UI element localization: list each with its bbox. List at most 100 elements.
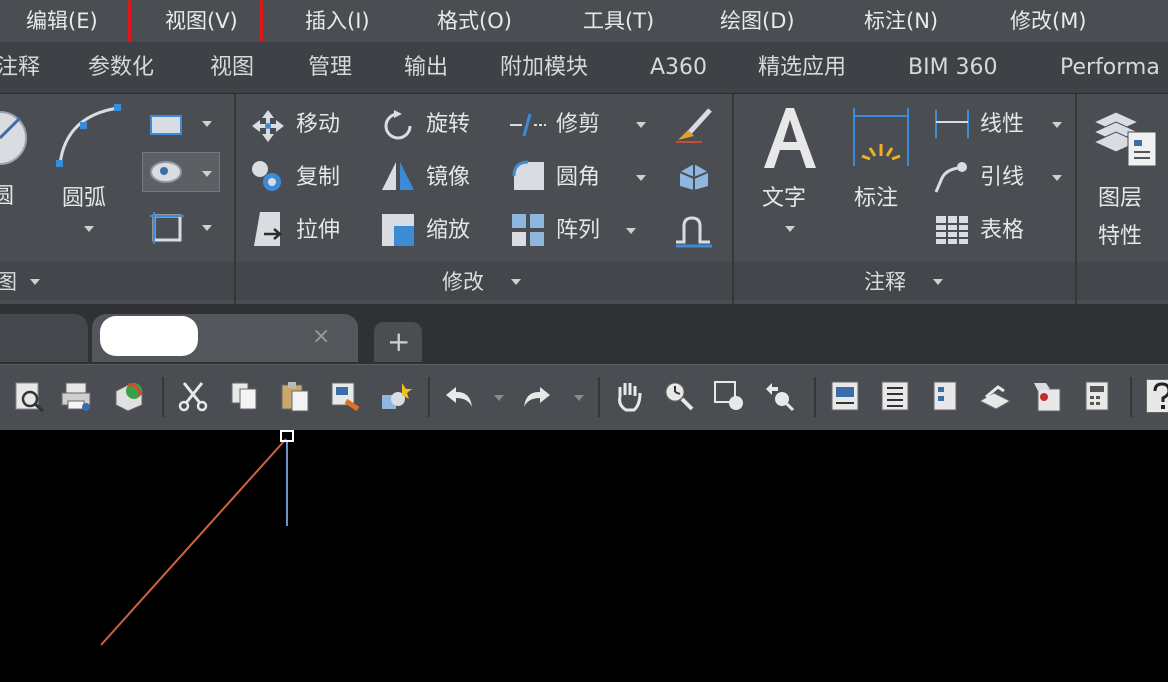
print-preview-icon[interactable] [12,379,46,413]
arc-icon[interactable] [52,102,124,172]
drawn-line-diagonal[interactable] [100,438,287,646]
arc-dropdown-arrow[interactable] [84,226,94,232]
menu-tools[interactable]: 工具(T) [583,6,654,36]
copy-icon[interactable] [248,158,288,194]
linear-dimension-icon[interactable] [932,108,972,140]
array-label[interactable]: 阵列 [556,216,600,246]
trim-icon[interactable] [508,110,548,140]
copy-clip-icon[interactable] [228,379,262,413]
tab-view[interactable]: 视图 [210,53,254,83]
mirror-icon[interactable] [380,158,416,194]
design-center-icon[interactable] [878,379,912,413]
menu-view[interactable]: 视图(V) [165,6,238,36]
offset-icon[interactable] [672,212,716,248]
properties-icon[interactable] [828,379,862,413]
menu-draw[interactable]: 绘图(D) [720,6,795,36]
trim-dropdown-arrow[interactable] [636,122,646,128]
linear-label[interactable]: 线性 [980,110,1024,140]
cut-icon[interactable] [176,379,210,413]
boundary-icon[interactable] [148,210,188,246]
redo-dropdown-arrow[interactable] [574,395,584,401]
stretch-icon[interactable] [250,210,286,248]
annotation-panel-title[interactable]: 注释 [864,268,906,296]
plot-icon[interactable] [60,379,94,413]
array-dropdown-arrow[interactable] [626,228,636,234]
fillet-icon[interactable] [510,158,546,194]
match-properties-icon[interactable] [328,379,362,413]
zoom-previous-icon[interactable] [762,379,796,413]
tab-annotate[interactable]: 注释 [0,53,40,83]
draw-panel-title[interactable]: 图 [0,268,17,296]
leader-label[interactable]: 引线 [980,163,1024,193]
tool-palettes-icon[interactable] [928,379,962,413]
scale-icon[interactable] [380,212,416,248]
layer-properties-icon[interactable] [1090,102,1160,168]
tab-parametric[interactable]: 参数化 [88,53,154,83]
menu-format[interactable]: 格式(O) [437,6,512,36]
undo-icon[interactable] [442,379,476,413]
text-dropdown-arrow[interactable] [785,226,795,232]
toolbar-separator [598,377,600,417]
menu-dimension[interactable]: 标注(N) [864,6,938,36]
text-icon[interactable] [758,104,822,172]
publish-3d-icon[interactable] [112,379,146,413]
tab-addins[interactable]: 附加模块 [500,53,588,83]
tab-featured-apps[interactable]: 精选应用 [758,53,846,83]
circle-icon[interactable] [0,104,30,174]
table-icon[interactable] [934,214,970,246]
file-tab-bar: × + [0,304,1168,364]
tab-manage[interactable]: 管理 [308,53,352,83]
dimension-icon[interactable] [848,104,914,170]
explode-icon[interactable] [674,160,714,192]
tab-a360[interactable]: A360 [650,53,707,83]
tab-performance[interactable]: Performa [1060,53,1160,83]
modify-panel-title[interactable]: 修改 [442,268,484,296]
linear-dropdown-arrow[interactable] [1052,122,1062,128]
tab-bim360[interactable]: BIM 360 [908,53,998,83]
mirror-label[interactable]: 镜像 [426,163,470,193]
annotation-panel-expand-arrow[interactable] [933,279,943,285]
trim-label[interactable]: 修剪 [556,110,600,140]
paste-icon[interactable] [278,379,312,413]
draw-panel-expand-arrow[interactable] [30,279,40,285]
move-icon[interactable] [250,108,286,144]
scale-label[interactable]: 缩放 [426,216,470,246]
stretch-label[interactable]: 拉伸 [296,216,340,246]
rotate-label[interactable]: 旋转 [426,110,470,140]
leader-dropdown-arrow[interactable] [1052,175,1062,181]
zoom-realtime-icon[interactable] [662,379,696,413]
erase-icon[interactable] [672,104,716,144]
block-editor-icon[interactable] [378,379,412,413]
menu-edit[interactable]: 编辑(E) [26,6,98,36]
rectangle-dropdown-arrow[interactable] [202,121,212,127]
text-label: 文字 [762,186,807,211]
close-tab-icon[interactable]: × [312,324,330,350]
menu-modify[interactable]: 修改(M) [1010,6,1087,36]
fillet-dropdown-arrow[interactable] [636,175,646,181]
sheet-set-manager-icon[interactable] [978,379,1012,413]
zoom-window-icon[interactable] [712,379,746,413]
help-button[interactable] [1146,379,1168,413]
copy-label[interactable]: 复制 [296,163,340,193]
move-label[interactable]: 移动 [296,110,340,140]
quickcalc-icon[interactable] [1080,379,1114,413]
layers-panel-titlebar[interactable] [1077,262,1168,300]
tab-output[interactable]: 输出 [404,53,448,83]
undo-dropdown-arrow[interactable] [494,395,504,401]
rotate-icon[interactable] [380,108,416,144]
modify-panel-expand-arrow[interactable] [511,279,521,285]
markup-set-manager-icon[interactable] [1030,379,1064,413]
menu-insert[interactable]: 插入(I) [305,6,370,36]
array-icon[interactable] [510,212,546,248]
modify-panel-titlebar[interactable] [236,262,732,300]
drawing-canvas[interactable] [0,430,1168,682]
redo-icon[interactable] [520,379,554,413]
rectangle-icon[interactable] [148,110,188,140]
table-label[interactable]: 表格 [980,216,1024,246]
boundary-dropdown-arrow[interactable] [202,225,212,231]
hatch-dropdown-arrow[interactable] [202,171,212,177]
pan-hand-icon[interactable] [612,379,646,413]
fillet-label[interactable]: 圆角 [556,163,600,193]
leader-icon[interactable] [932,158,972,194]
file-tab[interactable] [0,314,88,362]
